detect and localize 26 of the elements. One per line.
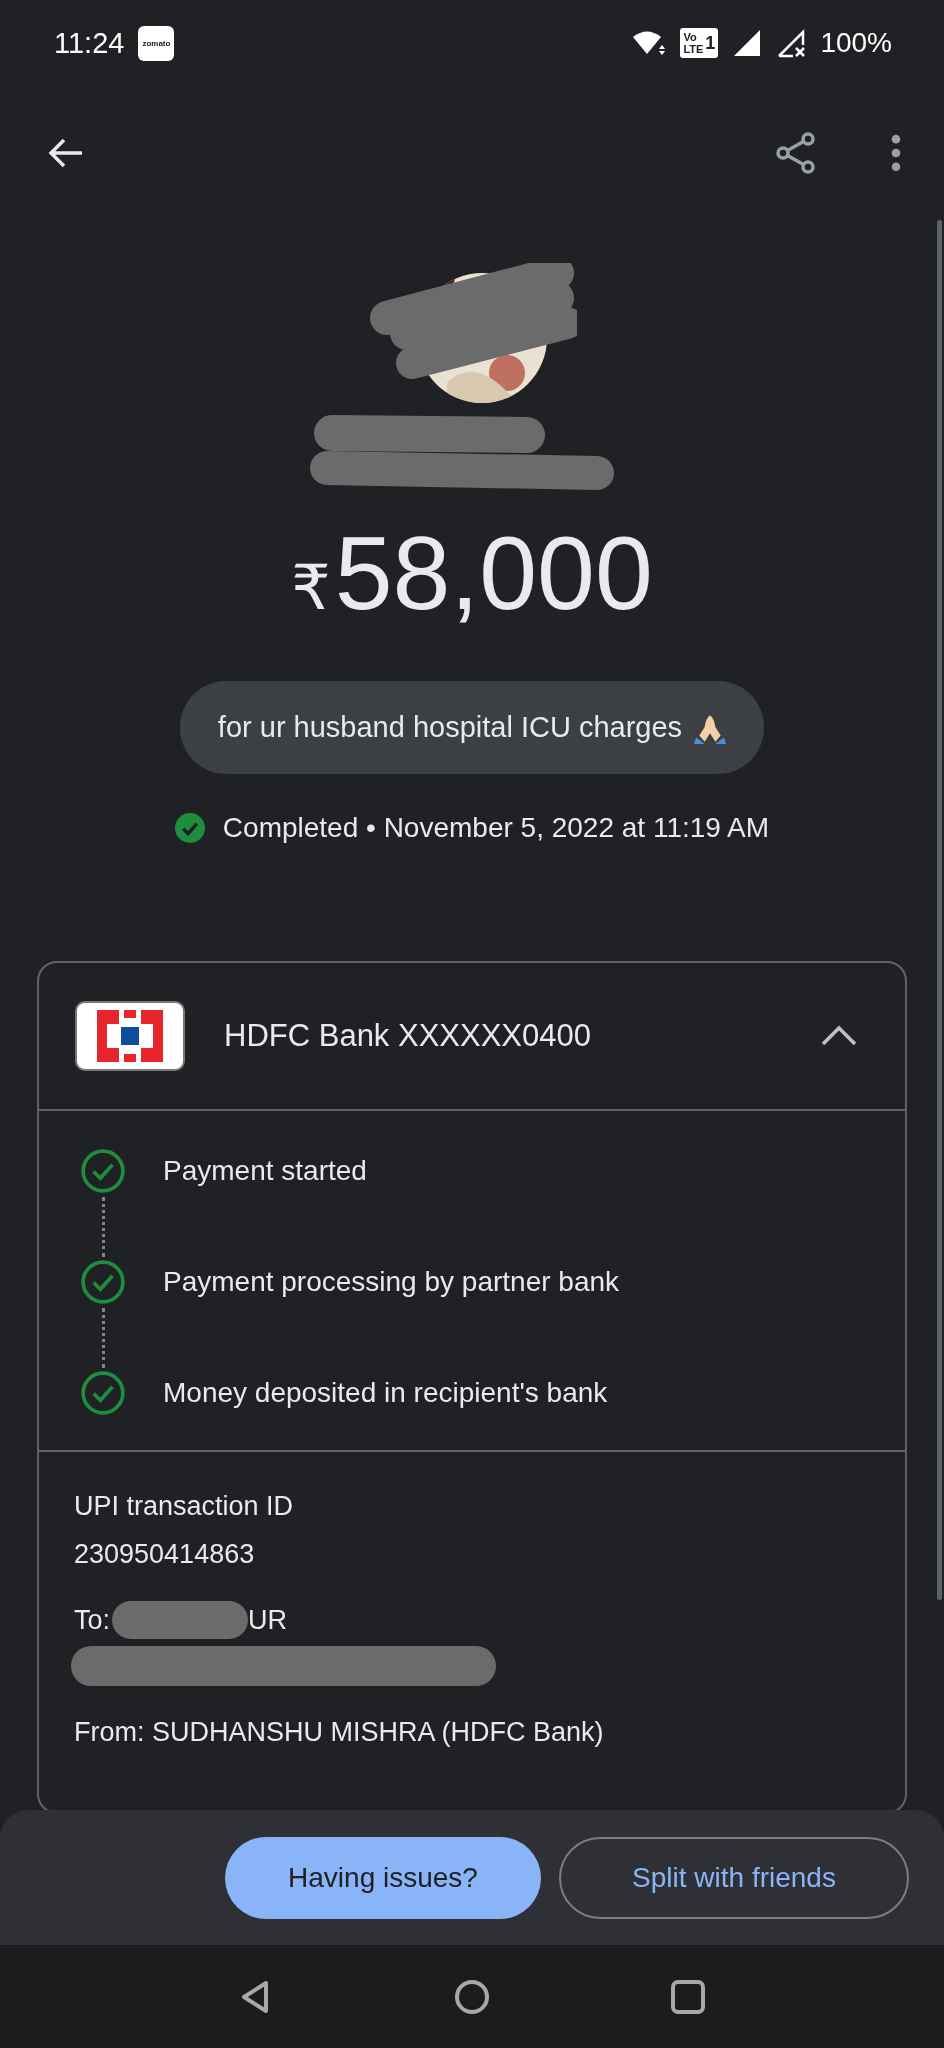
split-button[interactable]: Split with friends xyxy=(559,1836,909,1919)
share-icon[interactable] xyxy=(774,131,818,175)
dotted-connector xyxy=(101,1197,105,1257)
signal-icon xyxy=(732,28,763,58)
clock: 11:24 xyxy=(54,26,125,60)
wifi-icon xyxy=(632,30,667,56)
collapse-chevron-icon[interactable] xyxy=(819,1024,859,1048)
notification-icon: zomato xyxy=(138,25,175,61)
step-label: Payment processing by partner bank xyxy=(163,1265,620,1299)
field-label: UPI transaction ID xyxy=(74,1490,295,1523)
no-signal-icon xyxy=(776,28,807,58)
bank-logo-icon xyxy=(75,1001,185,1071)
step-label: Payment started xyxy=(163,1154,367,1188)
recipient-name-end: UR xyxy=(248,1604,288,1637)
bank-account-name: HDFC Bank XXXXXX0400 xyxy=(224,1018,592,1054)
sender-text: From: SUDHANSHU MISHRA (HDFC Bank) xyxy=(74,1716,605,1749)
transaction-id: 230950414863 xyxy=(74,1538,256,1571)
issues-button[interactable]: Having issues? xyxy=(225,1836,541,1919)
note-bubble: for ur husband hospital ICU charges xyxy=(179,681,765,774)
status-text: Completed • November 5, 2022 at 11:19 AM xyxy=(222,812,770,844)
recipient-label: To: xyxy=(74,1604,111,1637)
battery-level: 100% xyxy=(820,27,892,59)
step-label: Money deposited in recipient's bank xyxy=(163,1376,608,1410)
more-options-icon[interactable] xyxy=(890,134,902,172)
amount: ₹58,000 xyxy=(291,518,653,633)
dotted-connector xyxy=(101,1308,105,1368)
